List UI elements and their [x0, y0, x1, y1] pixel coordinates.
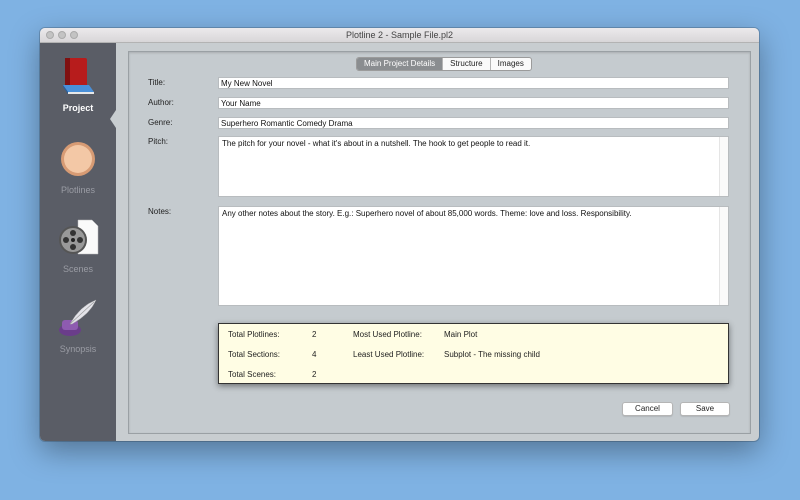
notes-textarea[interactable]: Any other notes about the story. E.g.: S… [218, 206, 729, 306]
tab-structure[interactable]: Structure [442, 58, 489, 70]
title-label: Title: [148, 78, 166, 87]
sidebar-item-label: Scenes [62, 264, 94, 274]
most-used-plotline-value: Main Plot [444, 330, 478, 339]
pitch-text: The pitch for your novel - what it's abo… [222, 139, 531, 148]
film-reel-icon [59, 219, 99, 255]
most-used-plotline-label: Most Used Plotline: [353, 330, 422, 339]
pitch-scrollbar[interactable] [719, 137, 728, 196]
notes-text: Any other notes about the story. E.g.: S… [222, 209, 632, 218]
total-scenes-label: Total Scenes: [228, 370, 277, 379]
author-field[interactable]: Your Name [218, 97, 729, 109]
plotline-circle-icon [61, 142, 95, 176]
sidebar-item-label: Plotlines [60, 185, 96, 195]
sidebar-item-project[interactable]: Project [40, 55, 116, 113]
cancel-button[interactable]: Cancel [622, 402, 673, 416]
genre-label: Genre: [148, 118, 173, 127]
sidebar-item-label: Project [62, 103, 94, 113]
total-sections-value: 4 [312, 350, 317, 359]
least-used-plotline-label: Least Used Plotline: [353, 350, 425, 359]
author-label: Author: [148, 98, 174, 107]
pitch-textarea[interactable]: The pitch for your novel - what it's abo… [218, 136, 729, 197]
tab-main-project-details[interactable]: Main Project Details [357, 58, 443, 70]
project-details-panel: Main Project Details Structure Images Ti… [128, 51, 751, 434]
total-plotlines-value: 2 [312, 330, 317, 339]
total-scenes-value: 2 [312, 370, 317, 379]
least-used-plotline-value: Subplot - The missing child [444, 350, 540, 359]
zoom-window-button[interactable] [70, 31, 78, 39]
sidebar-divider [116, 43, 128, 441]
tab-images[interactable]: Images [489, 58, 531, 70]
pitch-label: Pitch: [148, 137, 169, 146]
window-title: Plotline 2 - Sample File.pl2 [345, 30, 454, 40]
total-sections-label: Total Sections: [228, 350, 281, 359]
minimize-window-button[interactable] [58, 31, 66, 39]
sidebar-item-synopsis[interactable]: Synopsis [40, 298, 116, 354]
title-field[interactable]: My New Novel [218, 77, 729, 89]
quill-inkwell-icon [59, 299, 97, 336]
close-window-button[interactable] [46, 31, 54, 39]
sidebar-item-plotlines[interactable]: Plotlines [40, 139, 116, 195]
app-window: Plotline 2 - Sample File.pl2 Project Plo… [40, 28, 759, 441]
book-icon [63, 58, 94, 94]
sidebar: Project Plotlines Scenes Synopsis [40, 43, 118, 441]
total-plotlines-label: Total Plotlines: [228, 330, 280, 339]
save-button[interactable]: Save [680, 402, 730, 416]
sidebar-item-label: Synopsis [59, 344, 97, 354]
project-stats-box: Total Plotlines: 2 Total Sections: 4 Tot… [218, 323, 729, 384]
notes-label: Notes: [148, 207, 172, 216]
notes-scrollbar[interactable] [719, 207, 728, 305]
genre-field[interactable]: Superhero Romantic Comedy Drama [218, 117, 729, 129]
sidebar-item-scenes[interactable]: Scenes [40, 218, 116, 274]
tab-bar: Main Project Details Structure Images [356, 57, 532, 71]
title-bar: Plotline 2 - Sample File.pl2 [40, 28, 759, 43]
